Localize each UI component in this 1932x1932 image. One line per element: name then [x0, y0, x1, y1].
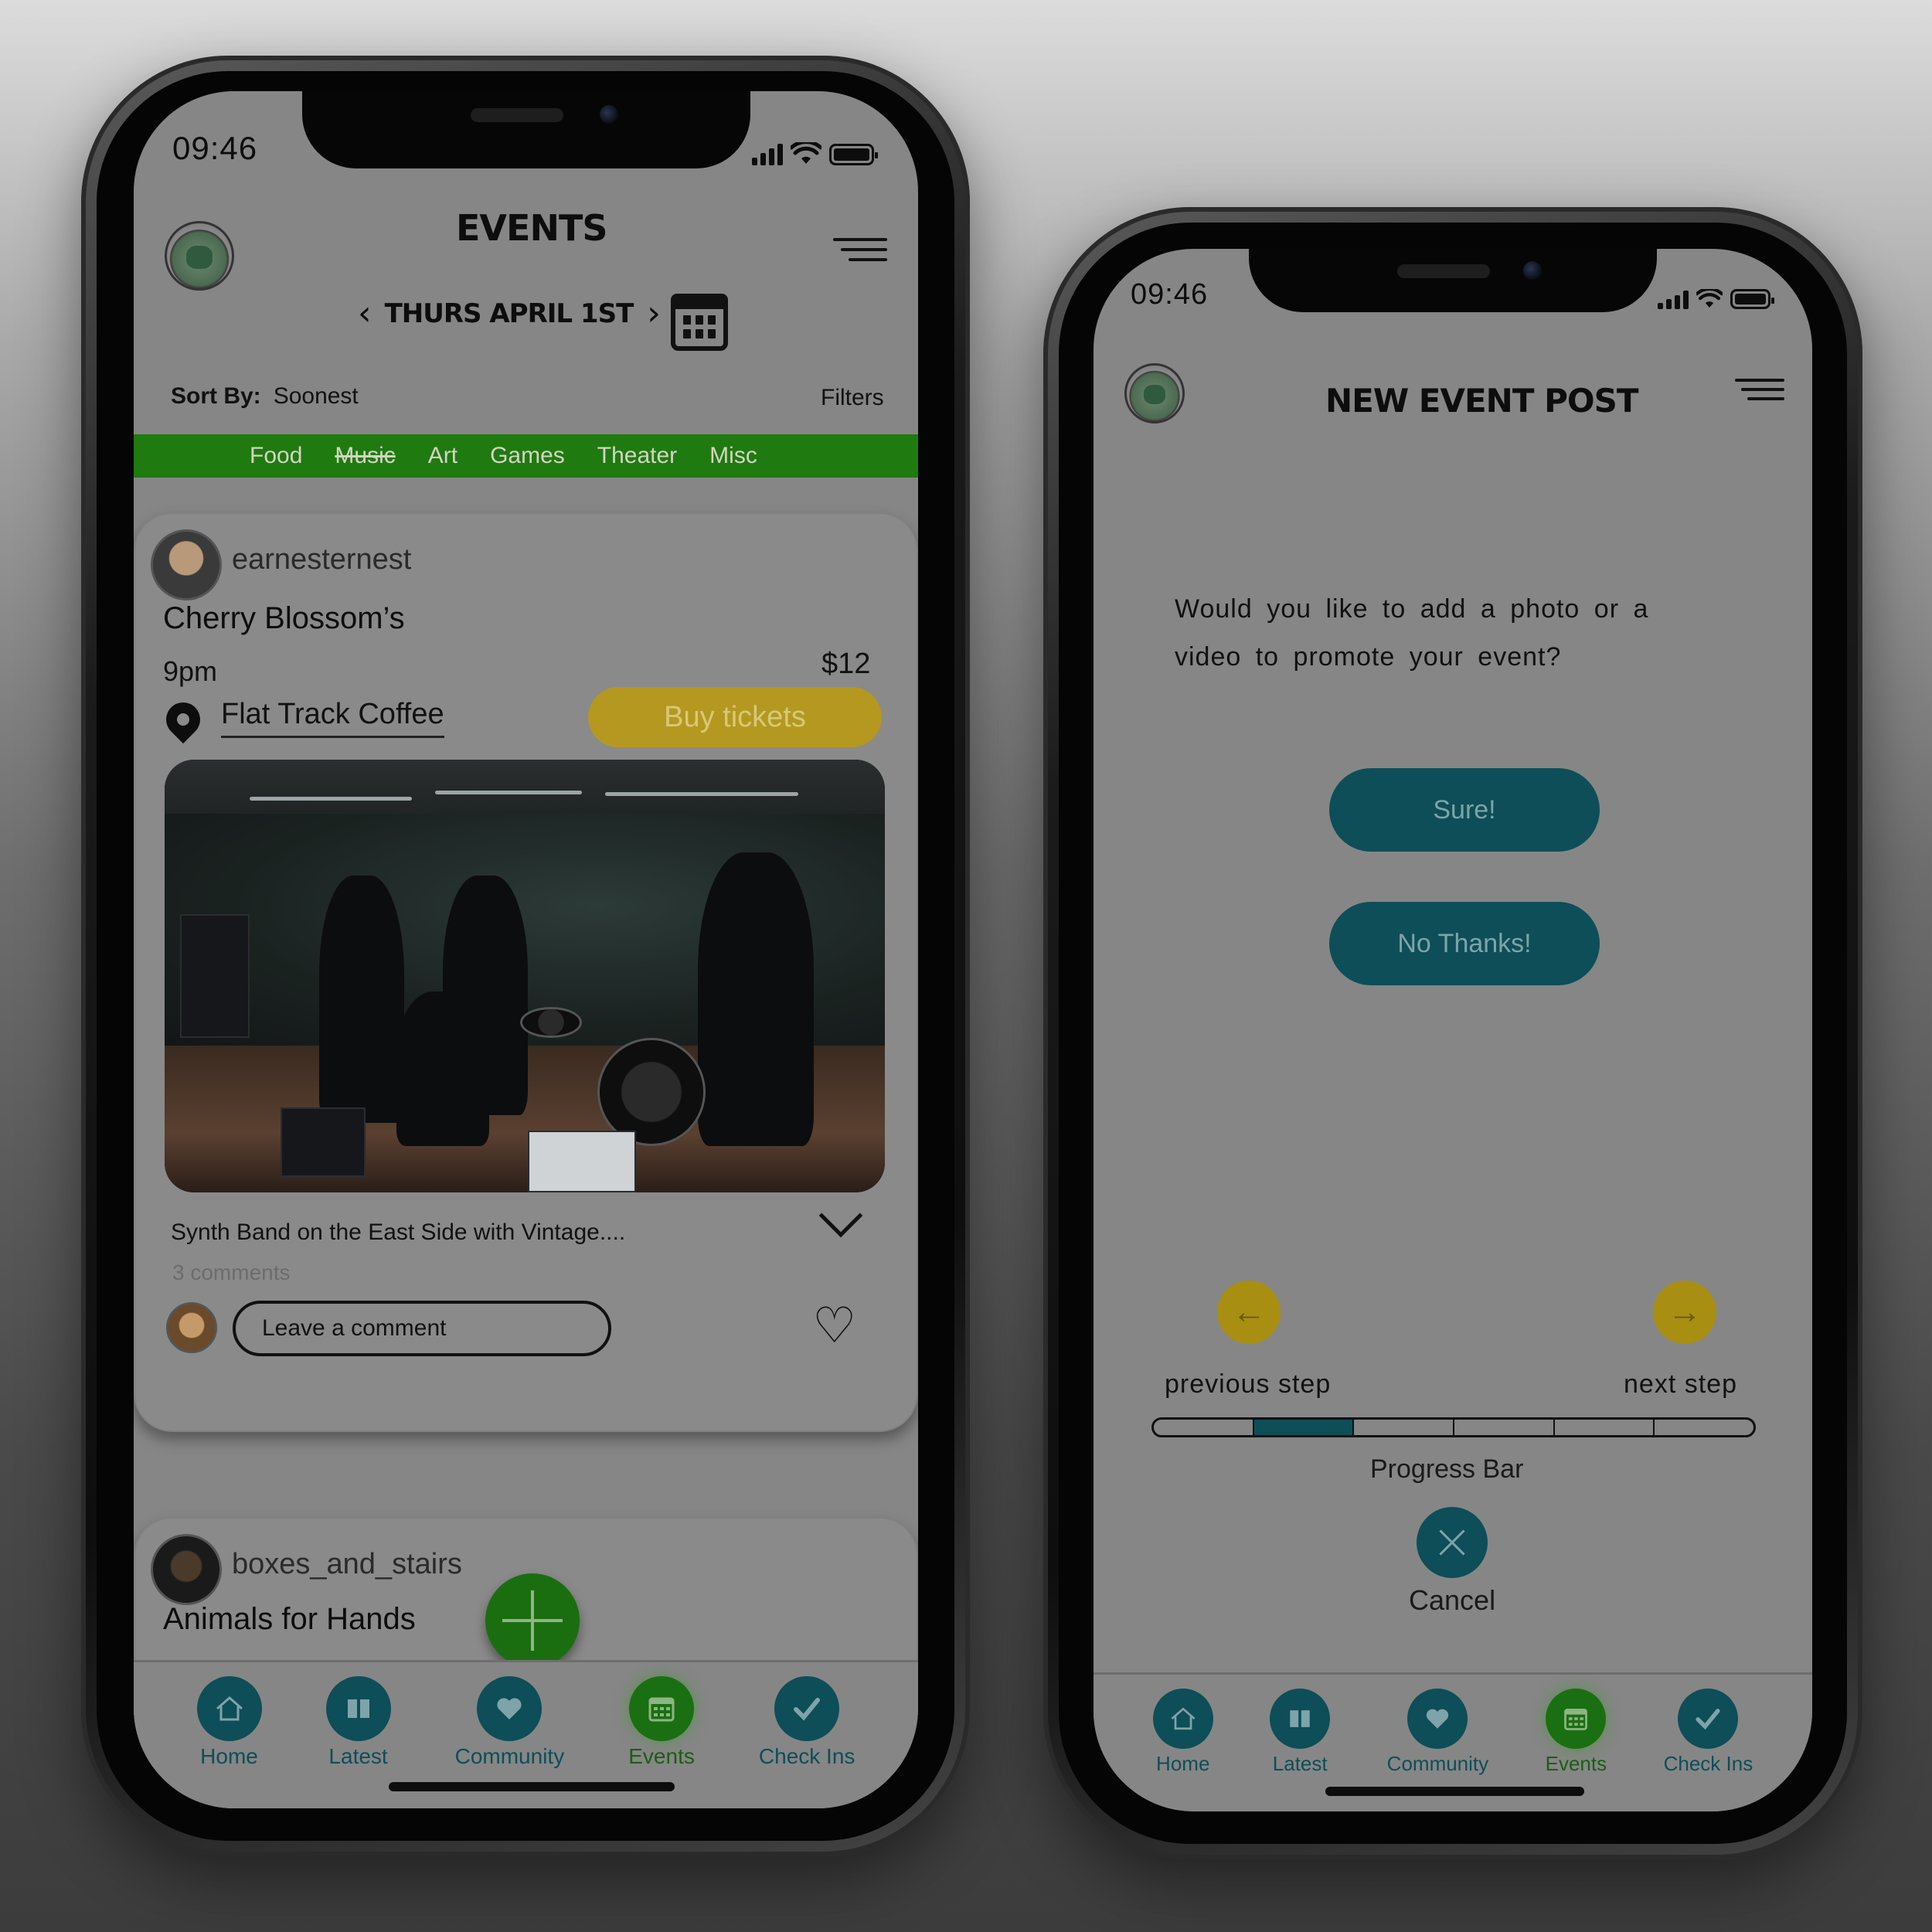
- home-icon: [196, 1676, 262, 1741]
- prompt-question: Would you like to add a photo or a video…: [1175, 594, 1649, 672]
- previous-step-label[interactable]: previous step: [1165, 1369, 1331, 1400]
- location-pin-icon: [158, 695, 208, 744]
- category-bar: Food Music Art Games Theater Misc: [134, 434, 918, 478]
- home-icon: [1152, 1689, 1213, 1749]
- post-username[interactable]: earnesternest: [232, 543, 411, 577]
- event-photo[interactable]: [165, 760, 885, 1192]
- no-thanks-button[interactable]: No Thanks!: [1329, 902, 1600, 985]
- category-games[interactable]: Games: [490, 443, 565, 469]
- menu-icon[interactable]: [1735, 379, 1784, 400]
- chevron-down-icon[interactable]: [818, 1193, 863, 1238]
- add-event-button[interactable]: [485, 1573, 580, 1668]
- comment-input[interactable]: Leave a comment: [233, 1301, 611, 1356]
- status-time: 09:46: [172, 130, 258, 166]
- wifi-icon: [1696, 289, 1723, 308]
- progress-bar: [1151, 1417, 1756, 1437]
- cafe-logo[interactable]: [165, 221, 234, 291]
- sort-value: Soonest: [273, 383, 359, 409]
- date-selector: ‹ THURS APRIL 1ST ›: [358, 294, 661, 333]
- tab-label: Community: [454, 1744, 565, 1768]
- chevron-right-icon[interactable]: ›: [647, 294, 661, 333]
- calendar-icon[interactable]: [671, 294, 728, 351]
- current-date: THURS APRIL 1ST: [384, 298, 634, 329]
- status-icons: [752, 142, 878, 165]
- tab-community[interactable]: Community: [1387, 1689, 1488, 1776]
- battery-icon: [1730, 289, 1774, 309]
- tab-home[interactable]: Home: [1152, 1689, 1213, 1776]
- notch: [301, 91, 750, 168]
- wifi-icon: [791, 142, 821, 164]
- cancel-label[interactable]: Cancel: [1409, 1584, 1495, 1617]
- event-card: earnesternest Cherry Blossom’s 9pm $12 F…: [134, 512, 918, 1432]
- signal-icon: [1658, 291, 1689, 309]
- comments-count[interactable]: 3 comments: [172, 1260, 291, 1285]
- venue-link[interactable]: Flat Track Coffee: [221, 698, 444, 738]
- left-screen: 09:46 EVENTS ‹ THURS APRIL 1ST › Sort By…: [134, 91, 918, 1808]
- arrow-left-icon[interactable]: ←: [1217, 1281, 1281, 1344]
- tab-home[interactable]: Home: [196, 1676, 262, 1769]
- book-icon: [1270, 1689, 1331, 1749]
- tab-latest[interactable]: Latest: [1270, 1689, 1331, 1776]
- tab-label: Home: [200, 1744, 258, 1768]
- menu-icon[interactable]: [833, 238, 887, 261]
- category-art[interactable]: Art: [428, 443, 457, 469]
- tab-label: Events: [628, 1744, 695, 1768]
- page-title: EVENTS: [456, 207, 607, 249]
- event-time: 9pm: [163, 655, 218, 687]
- tab-label: Latest: [328, 1744, 388, 1768]
- tab-label: Check Ins: [1663, 1752, 1753, 1775]
- home-indicator[interactable]: [389, 1782, 675, 1791]
- chevron-left-icon[interactable]: ‹: [358, 294, 372, 333]
- heart-icon[interactable]: ♡: [812, 1301, 856, 1350]
- sort-label: Sort By:: [171, 383, 261, 409]
- right-screen: 09:46 NEW EVENT POST Would you like to a…: [1094, 249, 1812, 1811]
- tab-label: Events: [1545, 1752, 1607, 1775]
- tab-latest[interactable]: Latest: [325, 1676, 391, 1769]
- category-music[interactable]: Music: [335, 443, 395, 469]
- tab-events[interactable]: Events: [1546, 1689, 1607, 1776]
- check-icon: [774, 1676, 840, 1741]
- home-indicator[interactable]: [1325, 1787, 1584, 1796]
- heart-icon: [1407, 1689, 1468, 1749]
- book-icon: [325, 1676, 391, 1741]
- next-step-label[interactable]: next step: [1624, 1369, 1737, 1400]
- sure-button[interactable]: Sure!: [1329, 768, 1600, 852]
- progress-label: Progress Bar: [1370, 1454, 1524, 1484]
- filters-button[interactable]: Filters: [821, 385, 884, 411]
- arrow-right-icon[interactable]: →: [1653, 1281, 1716, 1344]
- tab-label: Check Ins: [758, 1744, 855, 1768]
- avatar[interactable]: [151, 529, 222, 600]
- tab-community[interactable]: Community: [454, 1676, 565, 1769]
- heart-icon: [477, 1676, 543, 1741]
- category-food[interactable]: Food: [250, 443, 302, 469]
- event-price: $12: [821, 648, 871, 680]
- calendar-icon: [1546, 1689, 1607, 1749]
- buy-tickets-button[interactable]: Buy tickets: [588, 687, 882, 747]
- status-time: 09:46: [1131, 278, 1209, 311]
- tab-check-ins[interactable]: Check Ins: [759, 1676, 855, 1769]
- tab-label: Latest: [1272, 1752, 1328, 1775]
- category-misc[interactable]: Misc: [709, 443, 757, 469]
- category-theater[interactable]: Theater: [597, 443, 677, 469]
- tab-label: Home: [1156, 1752, 1210, 1775]
- event-title: Cherry Blossom’s: [163, 601, 405, 635]
- battery-icon: [829, 144, 878, 165]
- notch: [1249, 249, 1657, 312]
- calendar-icon: [629, 1676, 695, 1741]
- signal-icon: [752, 144, 783, 165]
- event-description: Synth Band on the East Side with Vintage…: [171, 1219, 626, 1245]
- post-username[interactable]: boxes_and_stairs: [232, 1548, 462, 1581]
- cafe-logo[interactable]: [1124, 363, 1185, 423]
- check-icon: [1678, 1689, 1739, 1749]
- tab-check-ins[interactable]: Check Ins: [1664, 1689, 1753, 1776]
- page-title: NEW EVENT POST: [1325, 382, 1638, 420]
- sort-by[interactable]: Sort By: Soonest: [171, 383, 359, 410]
- tab-label: Community: [1386, 1752, 1489, 1775]
- avatar[interactable]: [151, 1534, 222, 1605]
- event-title: Animals for Hands: [163, 1602, 416, 1636]
- close-icon[interactable]: [1417, 1507, 1488, 1578]
- tab-events[interactable]: Events: [628, 1676, 695, 1769]
- avatar: [166, 1302, 217, 1353]
- status-icons: [1658, 289, 1774, 309]
